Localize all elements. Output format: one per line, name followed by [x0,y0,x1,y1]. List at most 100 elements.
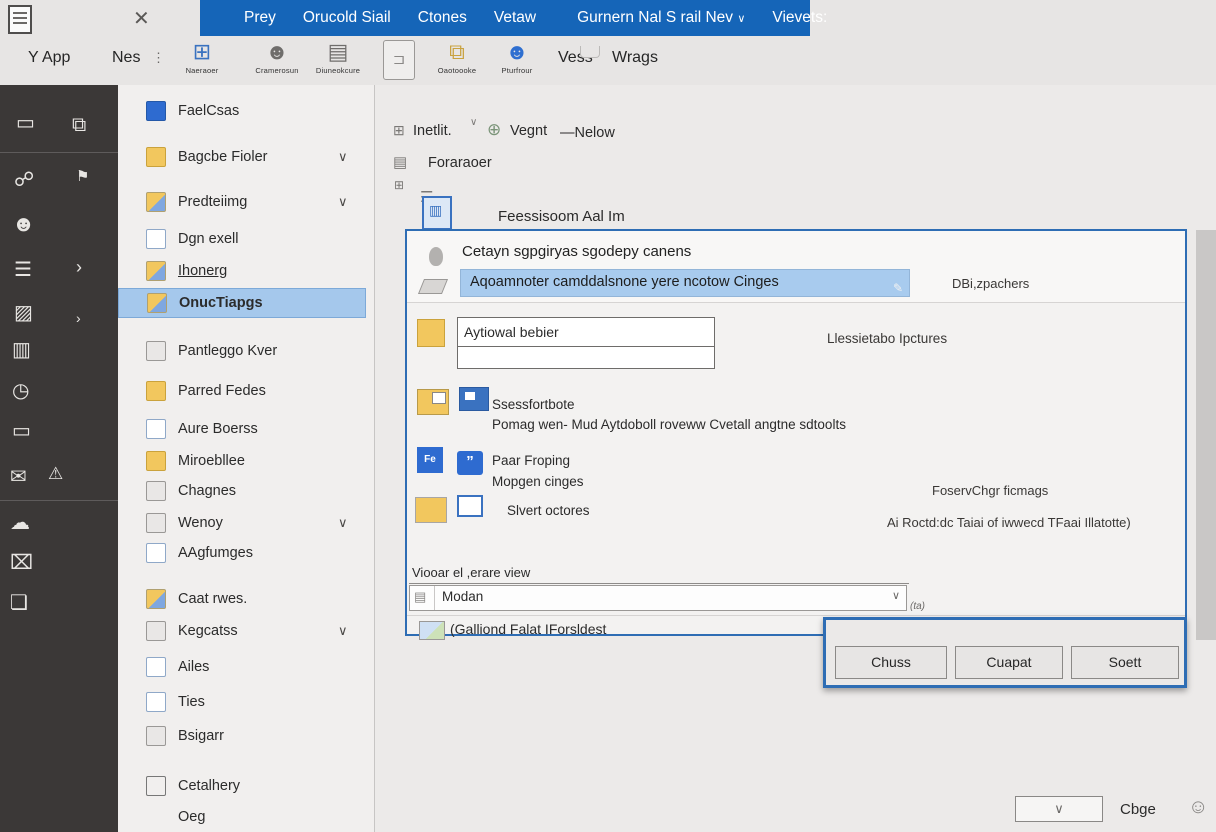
settings-dialog: Cetayn sgpgiryas sgodepy canens Aqoamnot… [405,229,1187,640]
sidebar-item-aagfumges[interactable]: AAgfumges [118,539,366,569]
status-dropdown[interactable]: ∨ [1015,796,1103,822]
sidebar-item-bsigarr[interactable]: Bsigarr [118,722,366,752]
sidebar-item-parred-fedes[interactable]: Parred Fedes [118,377,366,407]
bottom-divider [407,615,1185,616]
sidebar-item-faelcsas[interactable]: FaelCsas [118,97,366,127]
sidebar-item-kegcatss[interactable]: Kegcatss ∨ [118,617,366,647]
envelope-icon [146,481,166,501]
cloud-icon[interactable]: ☁ [10,513,30,533]
warning-icon: ⚠ [48,464,64,483]
cancel-button[interactable]: Cuapat [955,646,1063,679]
flag-icon[interactable]: ⚑ [76,169,89,184]
app-menu-label[interactable]: Y App [28,49,70,67]
row3-line1: Ssessfortbote [492,397,575,412]
right-note-1: DBi,zpachers [952,276,1030,291]
row4-line1: Paar Froping [492,453,571,468]
close-icon[interactable]: ✕ [133,6,150,31]
install-label[interactable]: Inetlit. [413,123,452,139]
sidebar-item-ihonerg[interactable]: Ihonerg [118,257,366,287]
link-person-icon[interactable]: ☍ [14,170,34,190]
sidebar-item-bagcbe-fioler[interactable]: Bagcbe Fioler ∨ [118,143,366,173]
picture-icon [146,621,166,641]
foraraoer-label[interactable]: Foraraoer [428,155,492,171]
card-icon [146,341,166,361]
document-icon [146,657,166,677]
sidebar-item-aure-boerss[interactable]: Aure Boerss [118,415,366,445]
sidebar-item-predteiimg[interactable]: Predteiimg ∨ [118,188,366,218]
people-icon[interactable]: ☻ [12,213,35,235]
sidebar-item-wenoy[interactable]: Wenoy ∨ [118,509,366,539]
flag-outline-icon [457,495,483,517]
row4-line2: Mopgen cinges [492,474,584,489]
sidebar-item-miroebllee[interactable]: Miroebllee [118,447,366,477]
nes-label[interactable]: Nes [112,49,140,67]
card-icon[interactable]: ▭ [12,421,31,441]
sidebar-item-cetalhery[interactable]: Cetalhery [118,772,366,802]
bell-icon [429,247,443,266]
dropdown-arrow-icon[interactable]: ∨ [892,589,900,602]
side-note: (ta) [910,601,925,612]
sidebar-item-chagnes[interactable]: Chagnes [118,477,366,507]
bracket-icon: ⊐ [392,51,406,68]
sidebar-item-pantleggo-kver[interactable]: Pantleggo Kver [118,337,366,367]
menu-item-orucold-siail[interactable]: Orucold Siail [303,9,391,27]
nelow-label[interactable]: —Nelow [560,125,615,141]
ribbon-button-cramerosun[interactable]: ☻ Cramerosun [245,39,309,83]
sidebar-item-ailes[interactable]: Ailes [118,653,366,683]
set-button[interactable]: Soett [1071,646,1179,679]
chat-icon[interactable]: ❏ [10,593,28,613]
person-circle-icon [146,776,166,796]
folder-pane-icon[interactable]: ⧉ [72,115,86,135]
cloud-icon [146,589,166,609]
menu-item-ctones[interactable]: Ctones [418,9,467,27]
vegnt-label[interactable]: Vegnt [510,123,547,139]
ribbon-framed-button[interactable]: ⊐ [383,40,415,80]
sidebar-item-dgn-exell[interactable]: Dgn exell [118,225,366,255]
image-icon[interactable]: ▨ [14,303,33,323]
menu-item-vetaw[interactable]: Vetaw [494,9,536,27]
menu-item-prey[interactable]: Prey [244,9,276,27]
row5-label: Slvert octores [507,503,590,518]
view-combo[interactable]: ▤ Modan ∨ [409,585,907,611]
ribbon-notch [580,46,600,58]
freeroom-label: Feessisoom Aal Im [498,208,625,225]
chevron-down-icon[interactable]: ∨ [338,194,348,210]
option-text-input-secondary[interactable] [457,347,715,369]
chevron-down-icon[interactable]: ∨ [338,149,348,165]
page-icon [146,229,166,249]
right-note-2: Llessietabo Ipctures [827,331,948,346]
ribbon-button-oaotoooke[interactable]: ⧉ Oaotoooke [425,39,489,83]
chevron-right-small-icon[interactable]: › [76,311,81,325]
menu-group2[interactable]: Gurnern Nal S rail Nev ∨ [577,9,745,27]
table-icon[interactable]: ▥ [12,340,31,360]
face-icon: ☺ [1188,796,1209,818]
scrollbar-strip[interactable] [1196,230,1216,640]
viewers-label[interactable]: Vievets: [772,9,827,27]
sidebar-item-ties[interactable]: Ties [118,688,366,718]
sidebar-item-caat-rwes[interactable]: Caat rwes. [118,585,366,615]
chevron-down-icon[interactable]: ∨ [470,117,477,128]
sidebar-item-onuctiapgs-selected[interactable]: OnucTiapgs [118,288,366,318]
wrags-label[interactable]: Wrags [612,49,658,67]
option-text-input[interactable] [457,317,715,347]
mail-icon[interactable]: ✉ [10,467,27,487]
close-button[interactable]: Chuss [835,646,947,679]
folder-small-icon [415,497,447,523]
highlighted-option[interactable]: Aqoamnoter camddalsnone yere ncotow Cing… [460,269,910,297]
folder-option-icon [417,319,445,347]
dots-icon: ⋮ [152,50,165,65]
ribbon-button-diuneokcure[interactable]: ▤ Diuneokcure [306,39,370,83]
folder-image-icon [417,389,449,415]
chevron-right-icon[interactable]: › [76,258,82,276]
document-icon[interactable]: ▭ [16,113,35,133]
ribbon-button-naeraoer[interactable]: ⊞ Naeraoer [170,39,234,83]
ribbon-button-pturfrour[interactable]: ☻ Pturfrour [485,39,549,83]
clock-icon[interactable]: ◷ [12,381,29,401]
sidebar-item-oeg[interactable]: Oeg [118,803,366,832]
sidebar: FaelCsas Bagcbe Fioler ∨ Predteiimg ∨ Dg… [118,85,375,832]
trash-icon[interactable]: ⌧ [10,553,33,573]
chevron-down-icon[interactable]: ∨ [338,623,348,639]
list-icon[interactable]: ☰ [14,260,32,280]
section-divider [409,583,909,584]
chevron-down-icon[interactable]: ∨ [338,515,348,531]
